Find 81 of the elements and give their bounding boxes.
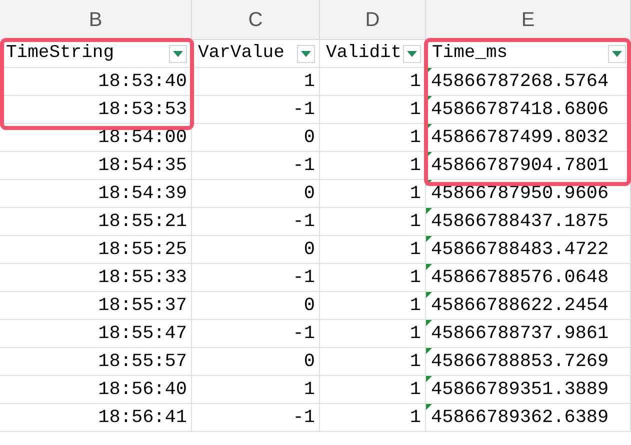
table-cell-text: 45866788853.7269: [431, 350, 609, 374]
number-as-text-flag-icon: [426, 292, 432, 298]
table-cell-text: 1: [410, 294, 421, 318]
table-cell-text: -1: [292, 266, 315, 290]
filter-dropdown-button[interactable]: [297, 44, 315, 62]
number-as-text-flag-icon: [426, 152, 432, 158]
table-cell-text: 0: [304, 238, 315, 262]
table-cell-text: 18:55:33: [98, 266, 187, 290]
table-cell-text: 45866788576.0648: [431, 266, 609, 290]
table-cell-text: 1: [410, 182, 421, 206]
column-letter[interactable]: C: [248, 4, 263, 34]
column-letter[interactable]: B: [88, 4, 102, 34]
table-cell-text: 18:53:53: [98, 98, 187, 122]
table-cell-text: 18:55:57: [98, 350, 187, 374]
table-cell-text: 1: [410, 98, 421, 122]
table-cell-text: -1: [292, 154, 315, 178]
table-cell-text: 0: [304, 294, 315, 318]
header-cell-text: VarValue: [198, 42, 286, 65]
header-cell-text: Time_ms: [432, 42, 509, 65]
caret-down-icon: [301, 50, 311, 56]
header-cell-text: Validit: [326, 42, 403, 65]
table-cell-text: 1: [304, 378, 315, 402]
table-cell-text: 45866788437.1875: [431, 210, 609, 234]
table-cell-text: 45866788737.9861: [431, 322, 609, 346]
number-as-text-flag-icon: [426, 404, 432, 410]
table-cell-text: 1: [410, 70, 421, 94]
number-as-text-flag-icon: [426, 124, 432, 130]
table-cell-text: 1: [410, 406, 421, 430]
table-cell-text: 1: [410, 350, 421, 374]
filter-dropdown-button[interactable]: [403, 44, 421, 62]
table-cell-text: 45866787268.5764: [431, 70, 609, 94]
table-cell-text: 45866788622.2454: [431, 294, 609, 318]
table-cell-text: 0: [304, 126, 315, 150]
table-cell-text: 18:54:35: [98, 154, 187, 178]
table-cell-text: 18:53:40: [98, 70, 187, 94]
table-cell-text: 1: [410, 126, 421, 150]
table-cell-text: 1: [410, 378, 421, 402]
table-cell-text: 45866789351.3889: [431, 378, 609, 402]
filter-dropdown-button[interactable]: [169, 44, 187, 62]
table-cell-text: 18:54:00: [98, 126, 187, 150]
caret-down-icon: [173, 50, 183, 56]
number-as-text-flag-icon: [426, 236, 432, 242]
number-as-text-flag-icon: [426, 96, 432, 102]
number-as-text-flag-icon: [426, 320, 432, 326]
table-cell-text: 45866789362.6389: [431, 406, 609, 430]
table-cell-text: -1: [292, 98, 315, 122]
number-as-text-flag-icon: [426, 348, 432, 354]
number-as-text-flag-icon: [426, 180, 432, 186]
table-cell-text: 18:56:41: [98, 406, 187, 430]
table-cell-text: 0: [304, 350, 315, 374]
table-cell-text: 45866787950.9606: [431, 182, 609, 206]
column-letter[interactable]: E: [521, 4, 535, 34]
table-cell-text: 1: [304, 70, 315, 94]
table-cell-text: 1: [410, 238, 421, 262]
table-cell-text: 1: [410, 154, 421, 178]
number-as-text-flag-icon: [426, 208, 432, 214]
table-cell-text: 1: [410, 266, 421, 290]
table-cell-text: -1: [292, 406, 315, 430]
table-cell-text: 18:56:40: [98, 378, 187, 402]
table-cell-text: 18:55:21: [98, 210, 187, 234]
number-as-text-flag-icon: [426, 376, 432, 382]
filter-dropdown-button[interactable]: [608, 44, 626, 62]
table-cell-text: 45866787904.7801: [431, 154, 609, 178]
column-letter[interactable]: D: [365, 4, 380, 34]
table-cell-text: 1: [410, 210, 421, 234]
table-cell-text: 45866788483.4722: [431, 238, 609, 262]
table-cell-text: 1: [410, 322, 421, 346]
table-cell-text: -1: [292, 210, 315, 234]
table-cell-text: 45866787418.6806: [431, 98, 609, 122]
caret-down-icon: [612, 50, 622, 56]
table-cell-text: -1: [292, 322, 315, 346]
header-cell-text: TimeString: [6, 42, 116, 65]
table-cell-text: 18:55:25: [98, 238, 187, 262]
table-cell-text: 18:55:47: [98, 322, 187, 346]
table-cell-text: 0: [304, 182, 315, 206]
number-as-text-flag-icon: [426, 68, 432, 74]
caret-down-icon: [407, 50, 417, 56]
table-cell-text: 18:54:39: [98, 182, 187, 206]
number-as-text-flag-icon: [426, 264, 432, 270]
table-cell-text: 18:55:37: [98, 294, 187, 318]
table-cell-text: 45866787499.8032: [431, 126, 609, 150]
